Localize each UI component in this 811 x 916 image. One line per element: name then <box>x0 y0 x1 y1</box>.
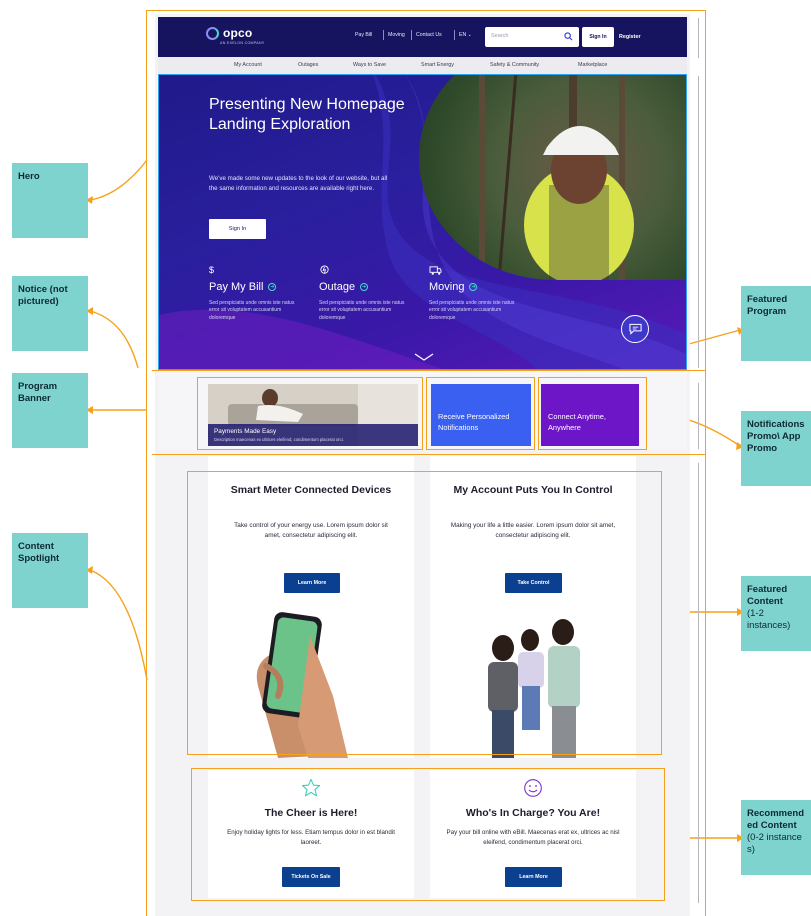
featured-content-frame <box>187 471 662 755</box>
annotation-featured-program: Featured Program <box>741 286 811 361</box>
recommended-content-frame <box>191 768 665 901</box>
featured-program-frame <box>197 377 423 450</box>
annotation-notifications: Notifications Promo\ App Promo <box>741 411 811 486</box>
annotation-hero: Hero <box>12 163 88 238</box>
annotation-program-banner: Program Banner <box>12 373 88 448</box>
annotation-recommended-content: Recommended Content (0-2 instances) <box>741 800 811 875</box>
content-section-frame <box>152 454 706 456</box>
annotation-content-spotlight: Content Spotlight <box>12 533 88 608</box>
app-promo-frame <box>538 377 647 450</box>
annotation-featured-content: Featured Content (1-2 instances) <box>741 576 811 651</box>
notifications-frame <box>426 377 535 450</box>
annotation-notice: Notice (not pictured) <box>12 276 88 351</box>
